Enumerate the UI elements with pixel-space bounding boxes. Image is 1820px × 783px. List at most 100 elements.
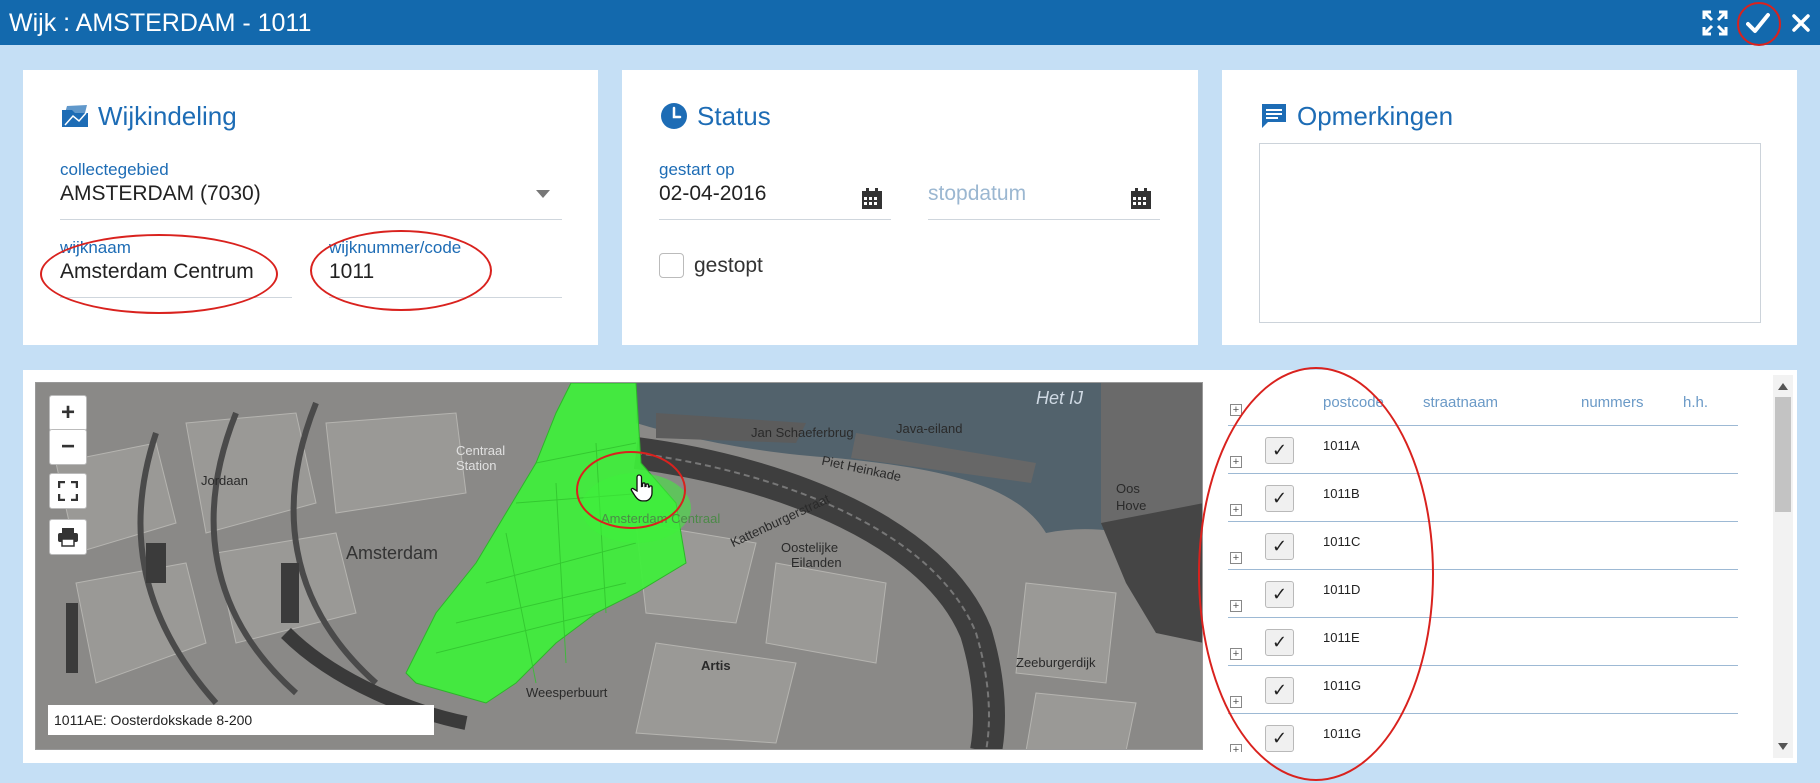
gestopt-checkbox[interactable] xyxy=(659,253,684,278)
header-postcode[interactable]: postcode xyxy=(1323,394,1384,411)
table-row[interactable]: + ✓ 1011D xyxy=(1228,570,1738,618)
stopdatum-placeholder: stopdatum xyxy=(928,182,1027,205)
wijknaam-label: wijknaam xyxy=(60,238,131,257)
row-checkbox[interactable]: ✓ xyxy=(1265,677,1294,704)
row-checkbox[interactable]: ✓ xyxy=(1265,533,1294,560)
expand-row-icon[interactable]: + xyxy=(1230,600,1242,612)
map-label-het-ij: Het IJ xyxy=(1036,388,1084,408)
gestart-op-field[interactable]: gestart op 02-04-2016 xyxy=(659,160,891,220)
map-folder-icon xyxy=(60,101,90,131)
fullscreen-icon xyxy=(58,481,78,501)
comment-icon xyxy=(1259,101,1289,131)
map-label-amsterdam: Amsterdam xyxy=(346,543,439,563)
row-checkbox[interactable]: ✓ xyxy=(1265,485,1294,512)
postcode-cell: 1011C xyxy=(1323,534,1361,549)
confirm-check-icon[interactable] xyxy=(1743,8,1773,38)
postcode-cell: 1011E xyxy=(1323,630,1360,645)
row-checkbox[interactable]: ✓ xyxy=(1265,437,1294,464)
table-row[interactable]: + ✓ 1011B xyxy=(1228,474,1738,522)
print-icon xyxy=(58,528,78,547)
wijknaam-value: Amsterdam Centrum xyxy=(60,260,254,283)
map-tiles xyxy=(36,383,1202,749)
gestart-op-value: 02-04-2016 xyxy=(659,182,767,205)
table-row[interactable]: + ✓ 1011C xyxy=(1228,522,1738,570)
map-label-oos: Oos xyxy=(1116,481,1140,496)
clock-icon xyxy=(659,101,689,131)
opmerkingen-title: Opmerkingen xyxy=(1297,100,1454,131)
close-icon[interactable] xyxy=(1786,8,1816,38)
header-hh[interactable]: h.h. xyxy=(1683,394,1708,411)
table-header: + postcode straatnaam nummers h.h. xyxy=(1228,382,1738,426)
map-label-eilanden: Eilanden xyxy=(791,555,842,570)
status-heading: Status xyxy=(659,101,771,131)
table-row[interactable]: + ✓ 1011G xyxy=(1228,666,1738,714)
header-straatnaam[interactable]: straatnaam xyxy=(1423,394,1498,411)
map-label-artis: Artis xyxy=(701,658,731,673)
opmerkingen-card: Opmerkingen xyxy=(1222,70,1797,345)
map-and-postcodes-panel: Het IJ Amsterdam Jordaan Jan Schaeferbru… xyxy=(23,367,1797,781)
table-scrollbar[interactable] xyxy=(1773,375,1793,758)
expand-row-icon[interactable]: + xyxy=(1230,456,1242,468)
row-checkbox[interactable]: ✓ xyxy=(1265,629,1294,656)
window-titlebar: Wijk : AMSTERDAM - 1011 xyxy=(0,0,1820,45)
map-hover-info: 1011AE: Oosterdokskade 8-200 xyxy=(48,705,434,735)
wijkindeling-card: Wijkindeling collectegebied AMSTERDAM (7… xyxy=(23,70,598,345)
map-label-weesperbuurt: Weesperbuurt xyxy=(526,685,608,700)
postcode-cell: 1011D xyxy=(1323,582,1361,597)
postcode-cell: 1011B xyxy=(1323,486,1360,501)
gestopt-row: gestopt xyxy=(659,253,763,278)
table-row[interactable]: + ✓ 1011E xyxy=(1228,618,1738,666)
wijkindeling-heading: Wijkindeling xyxy=(60,101,237,131)
scroll-down-icon[interactable] xyxy=(1778,743,1788,750)
gestopt-label: gestopt xyxy=(694,253,763,277)
opmerkingen-textarea[interactable] xyxy=(1259,143,1761,323)
status-card: Status gestart op 02-04-2016 stopdatum g… xyxy=(622,70,1198,345)
map-label-hove: Hove xyxy=(1116,498,1147,513)
chevron-down-icon[interactable] xyxy=(536,190,550,198)
collectegebied-label: collectegebied xyxy=(60,160,169,179)
map-label-zeeburgerdijk: Zeeburgerdijk xyxy=(1016,655,1096,670)
wijknummer-label: wijknummer/code xyxy=(329,238,462,257)
zoom-out-button[interactable]: − xyxy=(49,429,87,465)
postcode-cell: 1011A xyxy=(1323,438,1360,453)
row-checkbox[interactable]: ✓ xyxy=(1265,581,1294,608)
expand-row-icon[interactable]: + xyxy=(1230,552,1242,564)
expand-row-icon[interactable]: + xyxy=(1230,648,1242,660)
expand-icon[interactable] xyxy=(1700,8,1730,38)
wijkindeling-title: Wijkindeling xyxy=(98,100,237,131)
stopdatum-field[interactable]: stopdatum xyxy=(928,160,1160,220)
expand-row-icon[interactable]: + xyxy=(1230,744,1242,752)
wijknummer-value: 1011 xyxy=(329,260,375,283)
map-view[interactable]: Het IJ Amsterdam Jordaan Jan Schaeferbru… xyxy=(35,382,1203,750)
table-row[interactable]: + ✓ 1011A xyxy=(1228,426,1738,474)
fullscreen-button[interactable] xyxy=(49,473,87,509)
hand-cursor-icon xyxy=(630,474,653,502)
zoom-in-button[interactable]: + xyxy=(49,395,87,431)
calendar-icon[interactable] xyxy=(861,188,883,210)
table-row[interactable]: + ✓ 1011G xyxy=(1228,714,1738,752)
map-label-oostelijke: Oostelijke xyxy=(781,540,839,555)
map-label-centraal-station: Centraal Station xyxy=(456,443,506,473)
gestart-op-label: gestart op xyxy=(659,160,735,179)
collectegebied-value: AMSTERDAM (7030) xyxy=(60,182,261,205)
wijknummer-field[interactable]: wijknummer/code 1011 xyxy=(329,238,562,298)
map-label-jordaan: Jordaan xyxy=(201,473,248,488)
collectegebied-select[interactable]: collectegebied AMSTERDAM (7030) xyxy=(60,160,562,220)
print-button[interactable] xyxy=(49,519,87,555)
expand-all-icon[interactable]: + xyxy=(1230,404,1242,416)
scrollbar-thumb[interactable] xyxy=(1775,397,1791,512)
window-title: Wijk : AMSTERDAM - 1011 xyxy=(9,9,312,37)
wijknaam-field[interactable]: wijknaam Amsterdam Centrum xyxy=(60,238,292,298)
expand-row-icon[interactable]: + xyxy=(1230,504,1242,516)
map-label-centrum: Amsterdam Centraal xyxy=(601,511,721,526)
scroll-up-icon[interactable] xyxy=(1778,383,1788,390)
postcode-cell: 1011G xyxy=(1323,678,1362,693)
row-checkbox[interactable]: ✓ xyxy=(1265,725,1294,752)
map-label-jan-schaefer: Jan Schaeferbrug xyxy=(751,425,854,440)
map-label-java: Java-eiland xyxy=(896,421,963,436)
expand-row-icon[interactable]: + xyxy=(1230,696,1242,708)
postcode-cell: 1011G xyxy=(1323,726,1362,741)
status-title: Status xyxy=(697,100,771,131)
header-nummers[interactable]: nummers xyxy=(1581,394,1644,411)
calendar-icon[interactable] xyxy=(1130,188,1152,210)
